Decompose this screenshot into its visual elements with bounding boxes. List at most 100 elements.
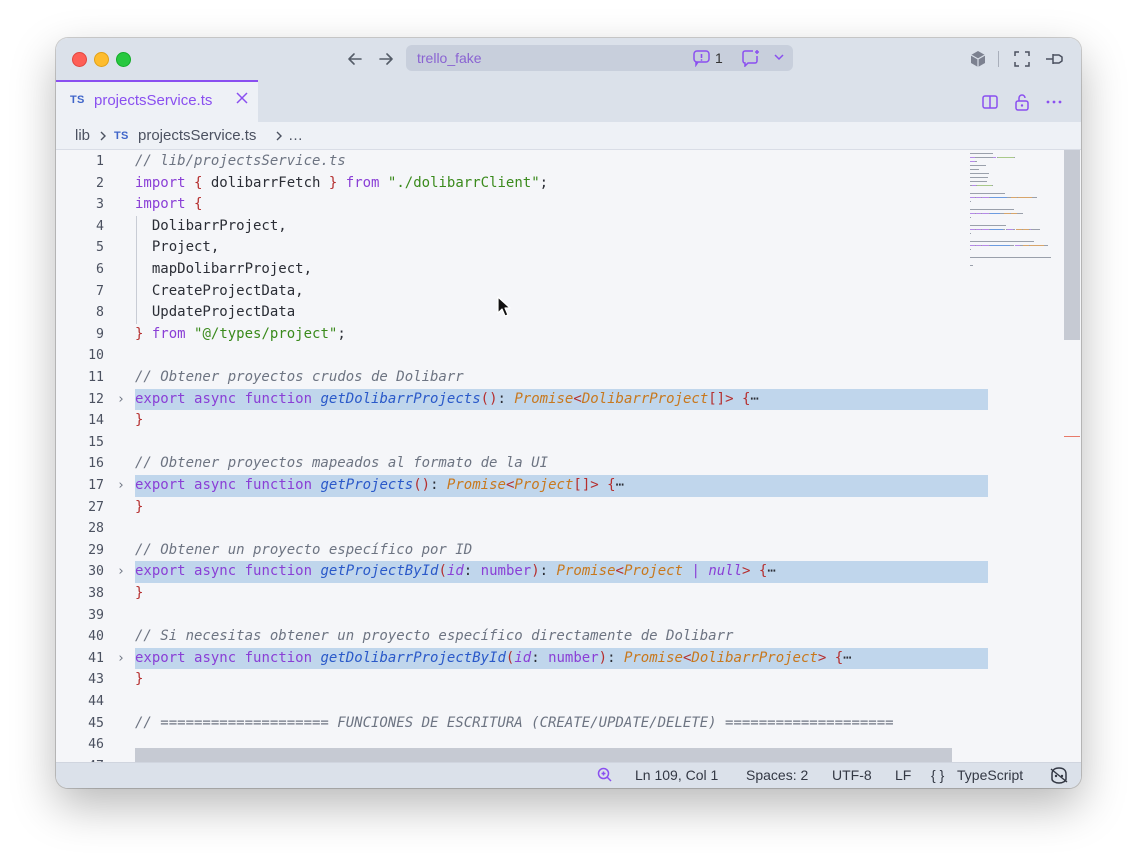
code-line[interactable]: 5 Project, (56, 237, 1066, 259)
minimap-line (970, 225, 1006, 227)
breadcrumb-folder[interactable]: lib (75, 127, 90, 144)
mouse-pointer-icon (497, 296, 511, 317)
zoom-icon[interactable] (596, 766, 614, 787)
indentation[interactable]: Spaces: 2 (746, 767, 808, 783)
code-token: dolibarrFetch (202, 174, 329, 191)
minimap[interactable] (968, 150, 1063, 762)
fold-chevron-icon[interactable]: › (117, 389, 125, 411)
cube-icon[interactable] (968, 49, 988, 69)
more-icon[interactable] (1044, 92, 1064, 112)
chat-alert-icon[interactable] (692, 49, 712, 72)
code-line[interactable]: 8 UpdateProjectData (56, 302, 1066, 324)
language-mode[interactable]: TypeScript (957, 767, 1023, 783)
code-line[interactable]: 4 DolibarrProject, (56, 215, 1066, 238)
minimap-line (1018, 197, 1032, 199)
vertical-scrollbar[interactable] (1064, 150, 1080, 340)
code-token: Promise (623, 649, 683, 666)
code-line[interactable]: 2 import { dolibarrFetch } from "./doliba… (56, 173, 1066, 195)
code-token: ⋯ (750, 390, 759, 407)
code-line[interactable]: 15 (56, 432, 1066, 454)
split-editor-icon[interactable] (980, 92, 1000, 112)
tab-projects-service[interactable]: TS projectsService.ts (56, 80, 258, 122)
code-line[interactable]: 17 › export async function getProjects(): … (56, 475, 1066, 497)
code-token: | (691, 563, 700, 580)
code-line[interactable]: 41 › export async function getDolibarrProj… (56, 647, 1066, 670)
code-line[interactable]: 16 // Obtener proyectos mapeados al forma… (56, 453, 1066, 475)
code-token: from (345, 174, 380, 191)
code-token: async (194, 563, 237, 580)
code-token: Project (514, 477, 574, 493)
code-token: : (463, 563, 481, 580)
code-line[interactable]: 45 // ==================== FUNCIONES DE E… (56, 713, 1066, 735)
code-line[interactable]: 7 CreateProjectData, (56, 280, 1066, 303)
code-line[interactable]: 27} (56, 497, 1066, 519)
copilot-chat-icon[interactable] (740, 49, 762, 72)
copilot-icon[interactable] (1048, 766, 1070, 787)
close-icon[interactable] (234, 90, 250, 111)
code-token: async (194, 649, 237, 666)
fold-chevron-icon[interactable]: › (117, 561, 125, 583)
code-token: getProjectById (320, 563, 439, 580)
zoom-window-button[interactable] (116, 52, 131, 67)
tab-label: projectsService.ts (94, 92, 213, 109)
encoding[interactable]: UTF-8 (832, 767, 872, 783)
minimize-window-button[interactable] (94, 52, 109, 67)
code-token: { (607, 477, 616, 493)
code-line[interactable]: 3 import { (56, 194, 1066, 216)
line-number: 12 (88, 391, 104, 407)
code-text: // Obtener proyectos mapeados al formato… (135, 453, 548, 475)
fold-chevron-icon[interactable]: › (117, 475, 125, 497)
braces-icon: { } (931, 767, 945, 783)
breadcrumb-more[interactable]: … (288, 127, 303, 144)
command-center-search[interactable]: trello_fake 1 (406, 45, 793, 71)
code-text: // Obtener un proyecto específico por ID (135, 540, 472, 562)
pin-icon[interactable] (1044, 49, 1064, 69)
breadcrumb-file[interactable]: projectsService.ts (138, 127, 256, 144)
cursor-position[interactable]: Ln 109, Col 1 (635, 767, 718, 783)
code-token: } (135, 412, 144, 429)
code-token: Promise (446, 477, 506, 493)
horizontal-scrollbar[interactable] (135, 748, 952, 762)
code-token: null (708, 563, 743, 580)
code-line[interactable]: 29 // Obtener un proyecto específico por … (56, 540, 1066, 562)
code-line[interactable]: 14} (56, 410, 1066, 432)
fold-chevron-icon[interactable]: › (117, 648, 125, 670)
code-line[interactable]: 9} from "@/types/project"; (56, 324, 1066, 346)
fullscreen-icon[interactable] (1012, 49, 1032, 69)
line-number: 9 (96, 326, 104, 342)
code-text: mapDolibarrProject, (135, 259, 312, 281)
code-line[interactable]: 44 (56, 691, 1066, 713)
code-token: : (539, 563, 557, 580)
code-line[interactable]: 28 (56, 518, 1066, 540)
back-arrow-icon[interactable] (345, 49, 365, 69)
code-token: import (135, 196, 186, 213)
code-editor[interactable]: 1 // lib/projectsService.ts 2 import { doli… (56, 150, 1081, 762)
code-line[interactable]: 39 (56, 605, 1066, 627)
code-text: // Si necesitas obtener un proyecto espe… (135, 626, 733, 648)
code-line[interactable]: 11 // Obtener proyectos crudos de Dolibar… (56, 367, 1066, 389)
chevron-down-icon[interactable] (772, 48, 786, 71)
code-line[interactable]: 10 (56, 345, 1066, 367)
minimap-line (1046, 245, 1048, 247)
code-line[interactable]: 6 mapDolibarrProject, (56, 259, 1066, 281)
forward-arrow-icon[interactable] (376, 49, 396, 69)
lock-icon[interactable] (1012, 92, 1032, 112)
line-number: 16 (88, 456, 104, 472)
code-line[interactable]: 40 // Si necesitas obtener un proyecto es… (56, 626, 1066, 648)
code-text: } (135, 583, 143, 605)
line-number: 17 (88, 478, 104, 493)
typescript-file-icon: TS (114, 130, 129, 142)
code-token: { (194, 196, 203, 213)
code-token: DolibarrProject, (135, 217, 287, 234)
code-line[interactable]: 43} (56, 669, 1066, 691)
code-line[interactable]: 30 › export async function getProjectById(… (56, 561, 1066, 583)
code-line[interactable]: 12 › export async function getDolibarrProj… (56, 388, 1066, 411)
close-window-button[interactable] (72, 52, 87, 67)
code-line[interactable]: 38} (56, 583, 1066, 605)
end-of-line[interactable]: LF (895, 767, 911, 783)
code-line[interactable]: 1 // lib/projectsService.ts (56, 151, 1066, 173)
code-text: } (135, 410, 143, 432)
line-number: 5 (96, 240, 104, 256)
